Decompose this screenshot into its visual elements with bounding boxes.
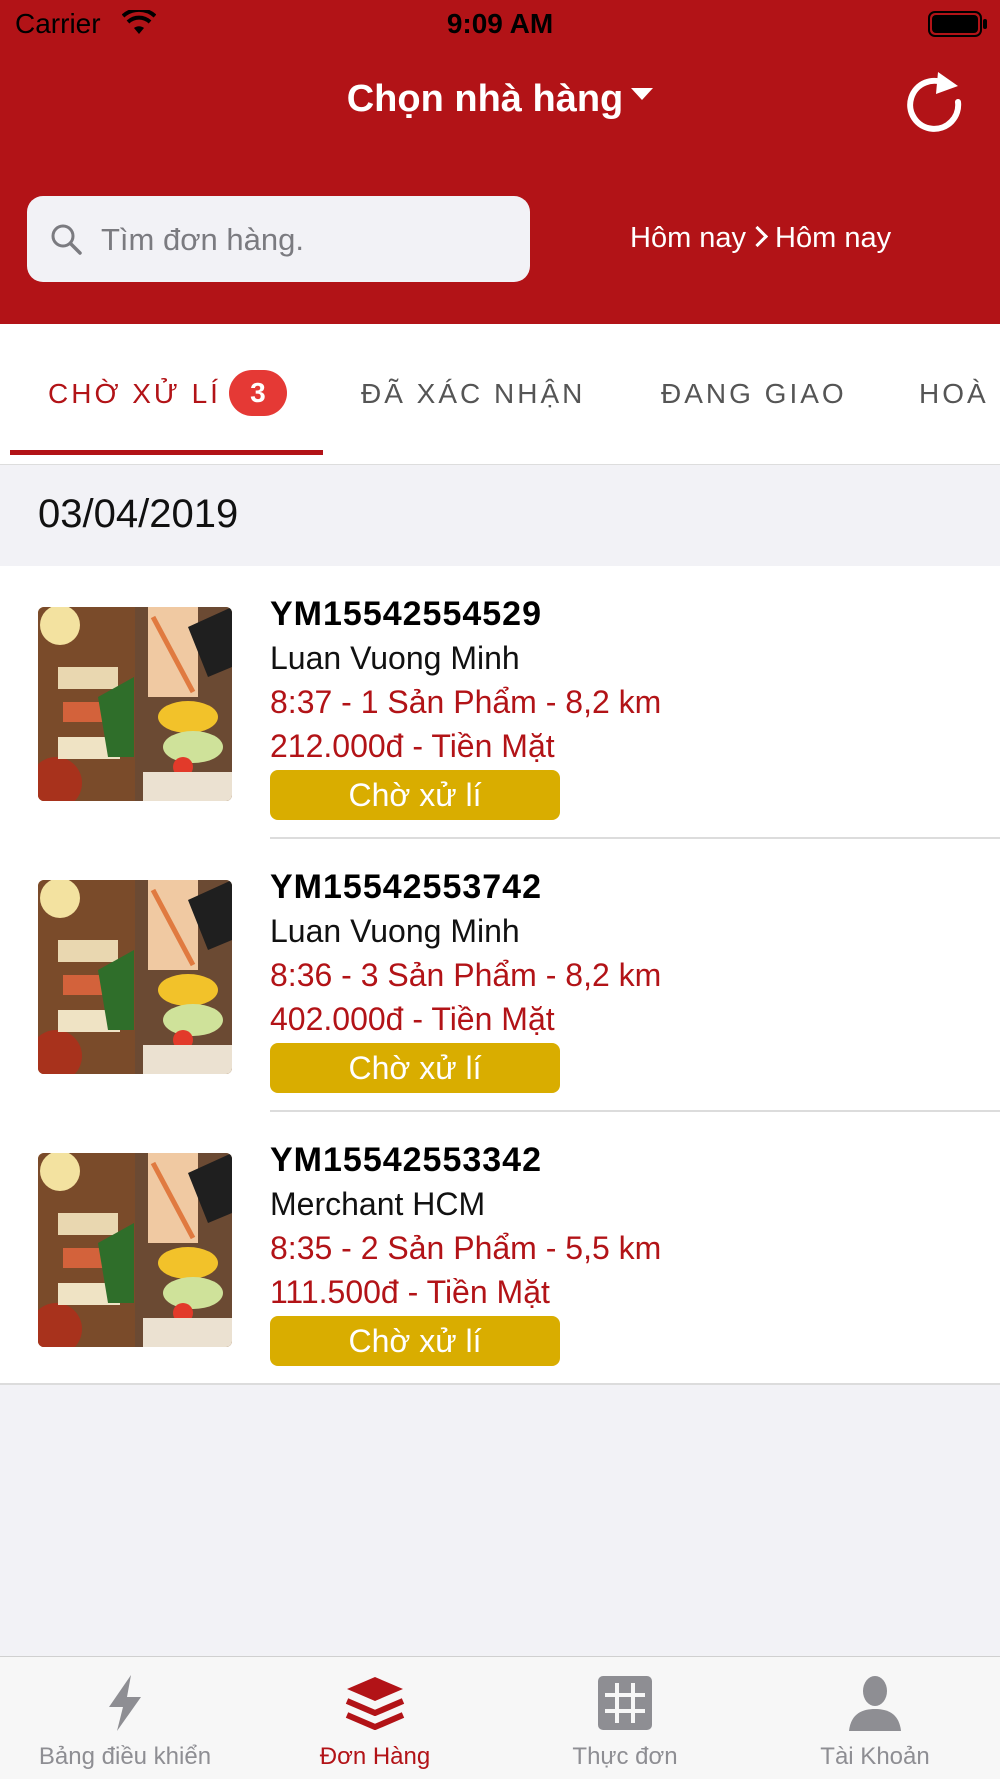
customer-name: Luan Vuong Minh <box>270 913 520 949</box>
tab-label: ĐÃ XÁC NHẬN <box>361 378 586 409</box>
order-summary: 8:36 - 3 Sản Phẩm - 8,2 km <box>270 957 662 993</box>
order-summary: 8:35 - 2 Sản Phẩm - 5,5 km <box>270 1230 662 1266</box>
tabbar-item-dashboard[interactable]: Bảng điều khiển <box>0 1657 250 1779</box>
status-button[interactable]: Chờ xử lí <box>270 770 560 820</box>
search-input[interactable] <box>99 196 523 284</box>
order-id: YM15542553342 <box>270 1141 543 1179</box>
order-info: YM15542554529 Luan Vuong Minh 8:37 - 1 S… <box>270 592 661 820</box>
food-thumbnail <box>38 607 232 801</box>
pending-count-badge: 3 <box>228 369 287 416</box>
tab-label: ĐANG GIAO <box>661 378 847 409</box>
food-thumbnail <box>38 1153 232 1347</box>
order-row[interactable]: YM15542553342 Merchant HCM 8:35 - 2 Sản … <box>0 1112 1000 1385</box>
section-date-header: 03/04/2019 <box>38 492 239 536</box>
tabbar-label: Tài Khoản <box>820 1743 930 1770</box>
order-payment: 111.500đ - Tiền Mặt <box>270 1274 550 1310</box>
order-summary: 8:37 - 1 Sản Phẩm - 8,2 km <box>270 684 662 720</box>
tab-pending[interactable]: CHỜ XỬ LÍ 3 <box>48 324 287 464</box>
tabbar-item-orders[interactable]: Đơn Hàng <box>250 1657 500 1779</box>
food-thumbnail <box>38 880 232 1074</box>
tabbar-item-account[interactable]: Tài Khoản <box>750 1657 1000 1779</box>
date-range[interactable]: Hôm nay Hôm nay <box>630 222 891 255</box>
bottom-tab-bar: Bảng điều khiển Đơn Hàng Thực đơn Tài Kh… <box>0 1656 1000 1779</box>
order-info: YM15542553742 Luan Vuong Minh 8:36 - 3 S… <box>270 865 661 1093</box>
page-title: Chọn nhà hàng <box>346 78 624 120</box>
order-row[interactable]: YM15542553742 Luan Vuong Minh 8:36 - 3 S… <box>0 839 1000 1112</box>
search-bar[interactable] <box>27 196 530 284</box>
status-button[interactable]: Chờ xử lí <box>270 1316 560 1366</box>
customer-name: Merchant HCM <box>270 1186 486 1222</box>
tab-label: HOÀ <box>919 378 989 409</box>
layers-icon <box>345 1677 405 1730</box>
status-tabs: CHỜ XỬ LÍ 3 ĐÃ XÁC NHẬN ĐANG GIAO HOÀ <box>0 324 1000 465</box>
order-list: YM15542554529 Luan Vuong Minh 8:37 - 1 S… <box>0 566 1000 1385</box>
active-tab-indicator <box>10 450 323 455</box>
tab-completed[interactable]: HOÀ <box>919 324 989 464</box>
chevron-right-icon <box>746 225 769 248</box>
battery-icon <box>928 11 987 37</box>
grid-icon <box>598 1676 652 1730</box>
tabbar-label: Đơn Hàng <box>319 1743 431 1770</box>
status-bar: Carrier 9:09 AM <box>0 0 1000 50</box>
tabbar-item-menu[interactable]: Thực đơn <box>500 1657 750 1779</box>
tab-delivering[interactable]: ĐANG GIAO <box>661 324 847 464</box>
order-id: YM15542553742 <box>270 868 543 906</box>
order-payment: 402.000đ - Tiền Mặt <box>270 1001 555 1037</box>
lightning-icon <box>109 1675 141 1731</box>
caret-down-icon <box>631 87 654 100</box>
header: Carrier 9:09 AM Chọn nhà hàng Hôm nayHôm… <box>0 0 1000 324</box>
order-info: YM15542553342 Merchant HCM 8:35 - 2 Sản … <box>270 1138 661 1366</box>
order-payment: 212.000đ - Tiền Mặt <box>270 728 555 764</box>
customer-name: Luan Vuong Minh <box>270 640 520 676</box>
tab-confirmed[interactable]: ĐÃ XÁC NHẬN <box>361 324 585 464</box>
tabbar-label: Bảng điều khiển <box>38 1743 212 1770</box>
restaurant-picker[interactable]: Chọn nhà hàng <box>0 78 1000 121</box>
refresh-icon[interactable] <box>898 66 970 138</box>
tab-label: CHỜ XỬ LÍ <box>48 378 221 409</box>
user-icon <box>849 1676 901 1731</box>
date-from: Hôm nay <box>630 222 747 254</box>
date-to: Hôm nay <box>775 222 892 254</box>
order-row[interactable]: YM15542554529 Luan Vuong Minh 8:37 - 1 S… <box>0 566 1000 839</box>
order-id: YM15542554529 <box>270 595 543 633</box>
status-button[interactable]: Chờ xử lí <box>270 1043 560 1093</box>
search-icon <box>51 224 82 255</box>
tabbar-label: Thực đơn <box>572 1743 678 1770</box>
row-divider <box>0 1383 1000 1385</box>
status-time: 9:09 AM <box>446 8 554 39</box>
